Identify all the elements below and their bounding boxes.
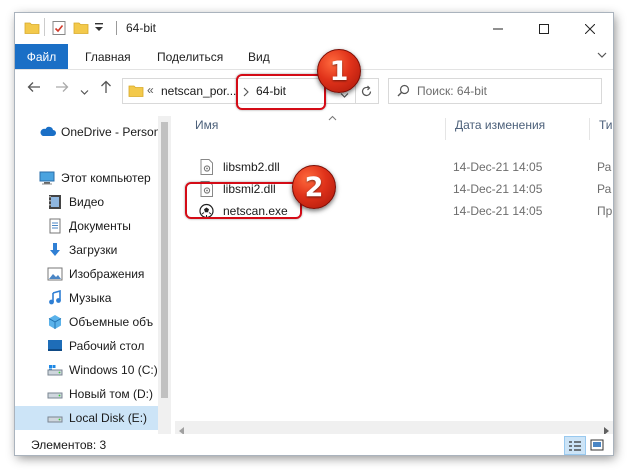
sidebar-item-downloads[interactable]: Загрузки bbox=[15, 238, 165, 262]
column-divider bbox=[589, 118, 590, 140]
column-divider bbox=[445, 118, 446, 140]
title-divider bbox=[44, 18, 45, 36]
music-folder-icon bbox=[47, 289, 63, 306]
drive-icon bbox=[47, 410, 63, 426]
large-icons-view-button[interactable] bbox=[587, 436, 607, 453]
maximize-button[interactable] bbox=[521, 13, 567, 44]
title-separator bbox=[116, 21, 117, 35]
desktop-folder-icon bbox=[47, 338, 63, 354]
navigation-pane: OneDrive - Person Этот компьютер Видео Д… bbox=[15, 116, 173, 434]
large-icons-view-icon bbox=[590, 439, 604, 450]
sidebar-item-label: Рабочий стол bbox=[69, 339, 145, 353]
minimize-button[interactable] bbox=[475, 13, 521, 44]
forward-arrow-icon[interactable] bbox=[55, 80, 69, 98]
file-date: 14-Dec-21 14:05 bbox=[453, 204, 543, 218]
items-count: Элементов: 3 bbox=[31, 438, 107, 452]
downloads-arrow-icon bbox=[47, 242, 63, 258]
address-highlight bbox=[236, 74, 326, 110]
address-folder-icon bbox=[128, 83, 144, 102]
file-type: Ра bbox=[597, 182, 612, 196]
drive-icon bbox=[47, 386, 63, 402]
system-drive-icon bbox=[47, 362, 63, 378]
details-view-icon bbox=[569, 440, 581, 451]
tab-share[interactable]: Поделиться bbox=[157, 50, 223, 64]
sidebar-item-label: Изображения bbox=[69, 267, 145, 281]
ribbon-tabs: Файл Главная Поделиться Вид bbox=[15, 44, 613, 70]
sidebar-item-music[interactable]: Музыка bbox=[15, 286, 165, 310]
file-list: Имя Дата изменения Ти libsmb2.dll 14-Dec… bbox=[175, 110, 613, 434]
column-header-date[interactable]: Дата изменения bbox=[455, 118, 545, 138]
sidebar-item-label: Загрузки bbox=[69, 243, 118, 257]
breadcrumb-netscan[interactable]: netscan_por... bbox=[161, 84, 236, 98]
table-row[interactable]: libsmb2.dll 14-Dec-21 14:05 Ра bbox=[185, 156, 613, 178]
sidebar-item-label: Этот компьютер bbox=[61, 171, 151, 185]
expand-ribbon-icon[interactable] bbox=[597, 50, 607, 62]
title-bar: 64-bit bbox=[15, 13, 613, 44]
sidebar-scroll-thumb[interactable] bbox=[161, 122, 168, 398]
properties-icon[interactable] bbox=[51, 20, 67, 39]
pictures-folder-icon bbox=[47, 266, 63, 282]
sidebar-item-drive-d[interactable]: Новый том (D:) bbox=[15, 382, 165, 406]
sidebar-item-label: Музыка bbox=[69, 291, 112, 305]
column-header-name[interactable]: Имя bbox=[195, 118, 218, 138]
address-overflow[interactable]: « bbox=[147, 83, 154, 97]
sidebar-item-label: Видео bbox=[69, 195, 105, 209]
computer-icon bbox=[39, 170, 55, 186]
horizontal-scrollbar[interactable] bbox=[175, 421, 613, 435]
column-header-type[interactable]: Ти bbox=[599, 118, 613, 138]
sidebar-item-label: Новый том (D:) bbox=[69, 387, 153, 401]
new-folder-icon[interactable] bbox=[73, 20, 89, 39]
tab-file[interactable]: Файл bbox=[15, 44, 68, 69]
search-icon bbox=[397, 84, 410, 100]
sidebar-item-documents[interactable]: Документы bbox=[15, 214, 165, 238]
recent-locations-icon[interactable] bbox=[80, 83, 89, 100]
sidebar-item-pictures[interactable]: Изображения bbox=[15, 262, 165, 286]
file-type: Пр bbox=[597, 204, 613, 218]
file-date: 14-Dec-21 14:05 bbox=[453, 160, 543, 174]
file-type: Ра bbox=[597, 160, 612, 174]
sidebar-item-drive-c[interactable]: Windows 10 (C:) bbox=[15, 358, 165, 382]
step-badge-1: 1 bbox=[317, 49, 361, 93]
tab-home[interactable]: Главная bbox=[85, 50, 131, 64]
sidebar-item-this-pc[interactable]: Этот компьютер bbox=[15, 166, 165, 190]
dll-file-icon bbox=[199, 159, 214, 175]
status-bar: Элементов: 3 bbox=[15, 434, 613, 455]
cloud-icon bbox=[39, 124, 56, 140]
sidebar-item-onedrive[interactable]: OneDrive - Person bbox=[15, 120, 165, 144]
3d-objects-icon bbox=[47, 314, 63, 330]
sidebar-scrollbar[interactable] bbox=[158, 116, 171, 434]
sidebar-item-label: OneDrive - Person bbox=[61, 125, 161, 139]
window-title: 64-bit bbox=[126, 21, 157, 35]
up-arrow-icon[interactable] bbox=[99, 80, 113, 98]
sort-up-icon bbox=[328, 110, 337, 124]
video-folder-icon bbox=[47, 194, 63, 210]
sidebar-item-label: Windows 10 (C:) bbox=[69, 363, 158, 377]
refresh-icon bbox=[361, 85, 371, 96]
search-placeholder: Поиск: 64-bit bbox=[417, 84, 487, 98]
sidebar-item-label: Объемные объ bbox=[69, 315, 154, 329]
documents-folder-icon bbox=[47, 218, 63, 234]
sidebar-item-videos[interactable]: Видео bbox=[15, 190, 165, 214]
sidebar-item-3d-objects[interactable]: Объемные объ bbox=[15, 310, 165, 334]
back-arrow-icon[interactable] bbox=[27, 80, 41, 98]
sidebar-item-label: Local Disk (E:) bbox=[69, 411, 148, 425]
tab-view[interactable]: Вид bbox=[248, 50, 270, 64]
step-badge-2: 2 bbox=[292, 165, 336, 209]
search-input[interactable]: Поиск: 64-bit bbox=[388, 78, 602, 104]
customize-quick-access-icon[interactable] bbox=[94, 21, 104, 36]
close-button[interactable] bbox=[567, 13, 613, 44]
sidebar-item-desktop[interactable]: Рабочий стол bbox=[15, 334, 165, 358]
details-view-button[interactable] bbox=[564, 436, 586, 455]
file-highlight bbox=[185, 182, 302, 219]
sidebar-item-label: Документы bbox=[69, 219, 131, 233]
file-date: 14-Dec-21 14:05 bbox=[453, 182, 543, 196]
file-name: libsmb2.dll bbox=[223, 160, 280, 174]
folder-icon bbox=[24, 20, 40, 39]
sidebar-item-drive-e[interactable]: Local Disk (E:) bbox=[15, 406, 165, 430]
